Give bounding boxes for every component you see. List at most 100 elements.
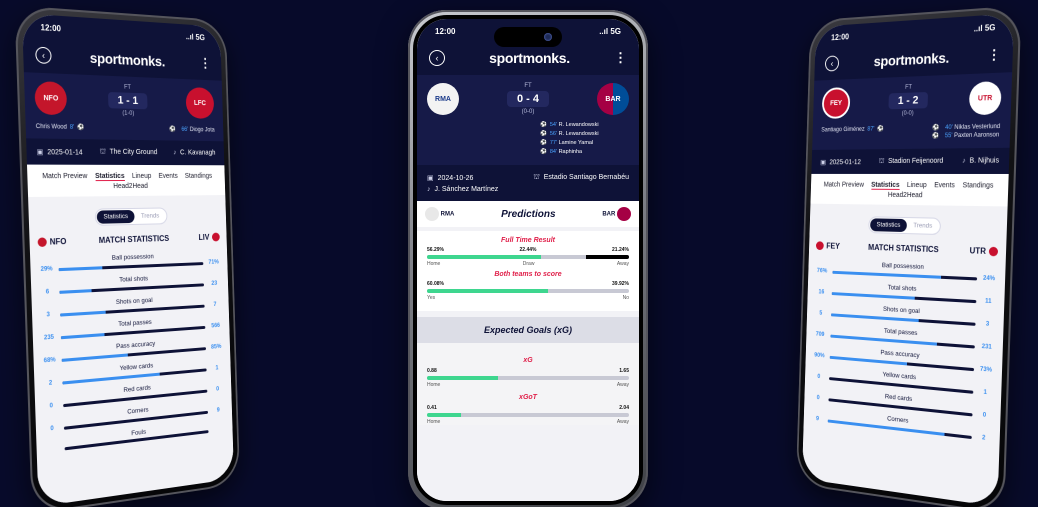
referee: B. Nijhuis [969, 157, 1000, 165]
ball-icon: ⚽ [931, 133, 940, 140]
tab-match-preview[interactable]: Match Preview [823, 182, 865, 190]
stat-item: Ball possession 76% 24% [815, 259, 997, 282]
more-menu-icon[interactable]: ⋮ [614, 50, 627, 66]
referee: C. Kavanagh [179, 149, 216, 157]
stat-bar-home-fill [59, 288, 92, 294]
back-icon[interactable]: ‹ [35, 46, 52, 65]
tab-head2head[interactable]: Head2Head [888, 192, 923, 199]
toggle-trends[interactable]: Trends [907, 219, 939, 233]
top-bar: ‹ sportmonks. ⋮ [35, 43, 211, 74]
status-signal: ..ıl 5G [973, 22, 996, 34]
match-statistics-title: MATCH STATISTICS [98, 233, 170, 246]
label-away: Away [616, 261, 629, 267]
expected-goals-title: Expected Goals (xG) [417, 317, 639, 343]
back-icon[interactable]: ‹ [429, 50, 445, 66]
away-abbr: UTR [969, 246, 987, 256]
match-info: ▣ 2025-01-12 ⛫ Stadion Feijenoord ♪ B. Nijh… [811, 147, 1010, 174]
scorer-minute: 54' [549, 122, 558, 128]
more-menu-icon[interactable]: ⋮ [199, 55, 211, 71]
tab-events[interactable]: Events [934, 182, 955, 190]
home-mini-crest [815, 241, 824, 251]
stat-away-value: 85% [211, 343, 222, 351]
expected-goals-panel: xG 0.88 1.65 Home Away xGoT 0.41 2.04 Home A… [417, 343, 639, 425]
scorer-minute: 56' [549, 131, 558, 137]
stat-bar-home-fill [60, 310, 106, 317]
match-summary: NFO FT 1 - 1 (1-0) LFC Chris Wood 8' ⚽ ⚽ 66… [23, 72, 224, 142]
tab-lineup[interactable]: Lineup [907, 182, 927, 190]
ball-icon: ⚽ [540, 140, 547, 146]
stat-away-value: 11 [984, 298, 992, 306]
tab-match-preview[interactable]: Match Preview [42, 173, 87, 181]
toggle-statistics[interactable]: Statistics [870, 218, 908, 233]
more-menu-icon[interactable]: ⋮ [987, 47, 1001, 64]
stat-away-value: 9 [216, 407, 220, 414]
stat-home-value: 0 [817, 374, 821, 381]
phone-center: 12:00 ..ıl 5G ‹ sportmonks. ⋮ RMA FT 0 -… [408, 10, 648, 507]
away-team-crest: BAR [596, 83, 629, 115]
header: 12:00 ..ıl 5G ‹ sportmonks. ⋮ [21, 13, 222, 81]
label-home: Home [427, 382, 441, 388]
match-status: FT [524, 83, 532, 89]
predictions-header: RMA Predictions BAR [417, 201, 639, 227]
ball-icon: ⚽ [540, 122, 547, 128]
stat-home-value: 709 [815, 331, 825, 339]
stat-home-value: 0 [49, 403, 54, 410]
stat-bar-home-fill [61, 353, 128, 362]
away-abbr: LIV [198, 232, 210, 242]
stat-home-value: 235 [43, 334, 55, 342]
btts-bar [427, 289, 629, 293]
toggle-trends[interactable]: Trends [134, 209, 165, 223]
status-signal: ..ıl 5G [599, 27, 621, 36]
label-draw: Draw [522, 261, 535, 267]
home-team-crest: FEY [821, 86, 851, 119]
tab-standings[interactable]: Standings [185, 173, 212, 181]
btts-bar-yes [427, 289, 549, 293]
whistle-icon: ♪ [173, 149, 177, 157]
tab-bar: Match Preview Statistics Lineup Events S… [26, 164, 226, 198]
screen-center: 12:00 ..ıl 5G ‹ sportmonks. ⋮ RMA FT 0 -… [413, 15, 643, 505]
match-statistics-title: MATCH STATISTICS [868, 242, 939, 255]
predictions-title: Predictions [501, 208, 556, 220]
score: 1 - 2 [888, 91, 929, 110]
home-team-crest: RMA [427, 83, 459, 115]
match-date: 2024-10-26 [437, 174, 474, 182]
app-logo: sportmonks. [489, 50, 570, 66]
stadium-icon: ⛫ [878, 158, 885, 166]
screen-right: 12:00 ..ıl 5G ‹ sportmonks. ⋮ FEY FT 1 -… [801, 13, 1015, 507]
label-home: Home [427, 261, 441, 267]
tab-head2head[interactable]: Head2Head [113, 183, 148, 190]
away-abbr: BAR [602, 211, 616, 218]
status-time: 12:00 [40, 22, 62, 34]
stat-away-value: 73% [979, 366, 993, 374]
tab-standings[interactable]: Standings [962, 182, 993, 190]
home-scorer: Santiago Giménez [821, 126, 865, 134]
back-icon[interactable]: ‹ [824, 55, 840, 72]
tab-statistics[interactable]: Statistics [870, 181, 900, 190]
stat-item: Total shots 16 11 [814, 281, 996, 306]
stadium-icon: ⛫ [533, 174, 540, 181]
tab-statistics[interactable]: Statistics [94, 172, 125, 182]
btts-title: Both teams to score [494, 271, 562, 278]
match-status: FT [123, 84, 132, 91]
stat-home-value: 6 [45, 289, 50, 296]
tab-lineup[interactable]: Lineup [132, 173, 152, 181]
away-mini-crest [616, 207, 631, 221]
stat-home-value: 90% [814, 352, 825, 360]
stat-home-value: 3 [46, 312, 50, 319]
toggle-statistics[interactable]: Statistics [96, 209, 135, 224]
stat-away-value: 24% [982, 275, 996, 283]
home-mini-crest [37, 237, 47, 248]
stats-trends-toggle[interactable]: Statistics Trends [868, 216, 942, 236]
home-scorer: Chris Wood [35, 123, 68, 131]
stats-trends-toggle[interactable]: Statistics Trends [94, 207, 168, 226]
match-date: 2025-01-14 [47, 148, 83, 157]
xgot-bar-home [427, 413, 462, 417]
stat-item: Total shots 6 23 [39, 272, 221, 296]
ball-icon: ⚽ [169, 126, 177, 133]
away-scorer-minute: 66' [181, 126, 189, 133]
xgot-bar [427, 413, 629, 417]
ball-icon: ⚽ [540, 149, 547, 155]
status-bar: 12:00 ..ıl 5G [826, 20, 1002, 47]
phone-right: 12:00 ..ıl 5G ‹ sportmonks. ⋮ FEY FT 1 -… [795, 5, 1022, 507]
tab-events[interactable]: Events [158, 173, 177, 181]
